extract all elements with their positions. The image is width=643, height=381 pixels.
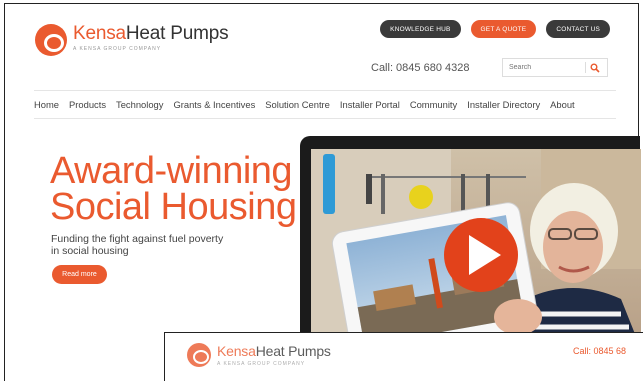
nav-item-solution-centre[interactable]: Solution Centre (260, 99, 335, 110)
contact-us-button[interactable]: CONTACT US (546, 20, 610, 38)
nav-item-community[interactable]: Community (405, 99, 462, 110)
nav-item-about[interactable]: About (545, 99, 580, 110)
kensa-logo-icon (35, 24, 67, 56)
logo-tagline: A KENSA GROUP COMPANY (217, 361, 306, 367)
nav-item-products[interactable]: Products (64, 99, 111, 110)
read-more-button[interactable]: Read more (52, 265, 107, 284)
kensa-logo-icon (187, 343, 211, 367)
phone-number[interactable]: Call: 0845 680 4328 (371, 62, 469, 74)
knowledge-hub-button[interactable]: KNOWLEDGE HUB (380, 20, 461, 38)
nav-item-installer-directory[interactable]: Installer Directory (462, 99, 545, 110)
search-input[interactable] (503, 64, 585, 71)
hero-title: Award-winning Social Housing (50, 150, 297, 228)
nav-item-technology[interactable]: Technology (111, 99, 168, 110)
phone-number-partial[interactable]: Call: 0845 68 (573, 346, 626, 356)
logo-wordmark: KensaHeat Pumps (217, 343, 331, 359)
nav-item-installer-portal[interactable]: Installer Portal (335, 99, 405, 110)
hero-subtitle: Funding the fight against fuel poverty i… (51, 233, 224, 257)
logo-wordmark: KensaHeat Pumps (73, 23, 229, 44)
top-buttons: KNOWLEDGE HUB GET A QUOTE CONTACT US (380, 20, 610, 38)
video-thumbnail (311, 149, 641, 349)
video-player[interactable] (311, 149, 641, 349)
get-a-quote-button[interactable]: GET A QUOTE (470, 20, 537, 38)
nav-item-grants[interactable]: Grants & Incentives (168, 99, 260, 110)
kensa-logo[interactable]: KensaHeat Pumps A KENSA GROUP COMPANY (35, 23, 229, 56)
main-navigation: Home Products Technology Grants & Incent… (34, 90, 616, 119)
search-icon[interactable] (586, 63, 604, 73)
search-box (502, 58, 608, 77)
logo-tagline: A KENSA GROUP COMPANY (73, 46, 162, 52)
nav-item-home[interactable]: Home (34, 99, 64, 110)
second-browser-window[interactable]: KensaHeat Pumps A KENSA GROUP COMPANY Ca… (164, 332, 643, 381)
kensa-logo-secondary[interactable]: KensaHeat Pumps A KENSA GROUP COMPANY (187, 343, 331, 367)
